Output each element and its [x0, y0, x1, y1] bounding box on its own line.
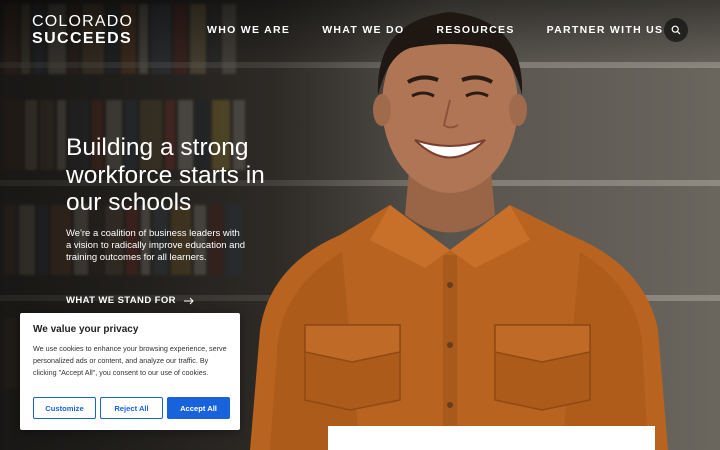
nav-partner-with-us[interactable]: PARTNER WITH US: [547, 24, 664, 36]
search-icon: [671, 25, 681, 35]
cta-label: WHAT WE STAND FOR: [66, 295, 176, 306]
nav-resources[interactable]: RESOURCES: [436, 24, 514, 36]
main-nav: WHO WE ARE WHAT WE DO RESOURCES PARTNER …: [207, 24, 663, 36]
reject-all-button[interactable]: Reject All: [100, 397, 163, 419]
smiling-student-photo: [250, 12, 668, 450]
cookie-actions: Customize Reject All Accept All: [33, 397, 230, 419]
hero-title: Building a strong workforce starts in ou…: [66, 134, 265, 216]
cookie-consent-banner: We value your privacy We use cookies to …: [20, 313, 240, 430]
cookie-body: We use cookies to enhance your browsing …: [33, 344, 227, 377]
nav-who-we-are[interactable]: WHO WE ARE: [207, 24, 290, 36]
accept-all-button[interactable]: Accept All: [167, 397, 230, 419]
logo-line-1: COLORADO: [32, 13, 134, 30]
colorado-succeeds-logo[interactable]: COLORADO SUCCEEDS: [32, 14, 133, 47]
customize-button[interactable]: Customize: [33, 397, 96, 419]
logo-line-2: SUCCEEDS: [32, 30, 133, 47]
cookie-title: We value your privacy: [33, 324, 139, 335]
content-card: [328, 426, 655, 450]
hero-subtitle: We're a coalition of business leaders wi…: [66, 228, 246, 263]
nav-what-we-do[interactable]: WHAT WE DO: [322, 24, 404, 36]
arrow-right-icon: [183, 297, 194, 304]
search-button[interactable]: [664, 18, 688, 42]
what-we-stand-for-link[interactable]: WHAT WE STAND FOR: [66, 295, 194, 306]
